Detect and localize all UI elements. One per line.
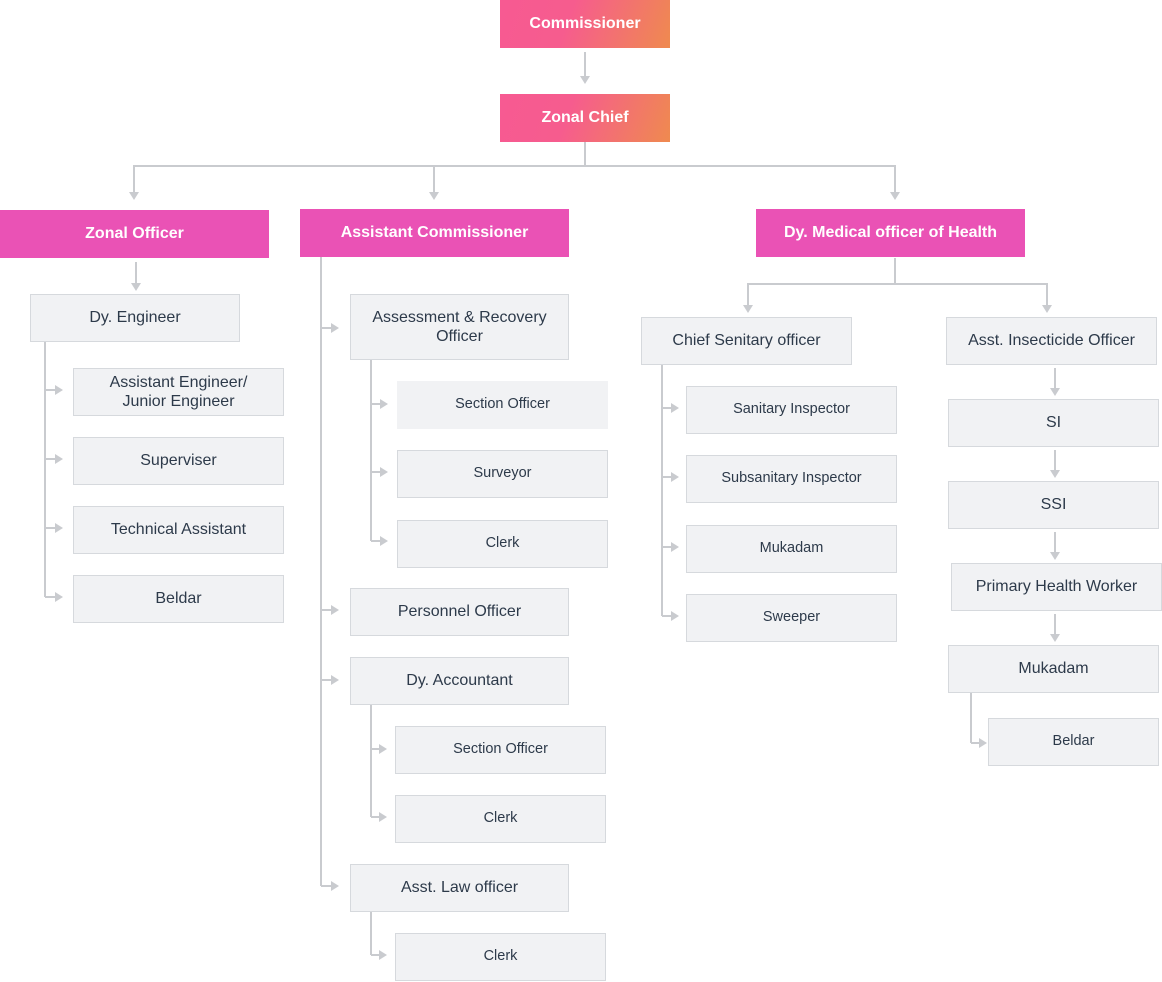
- arrow-head-icon: [1050, 552, 1060, 560]
- arrow-head-icon: [131, 283, 141, 291]
- node-cso: Chief Senitary officer: [641, 317, 852, 365]
- node-personnel: Personnel Officer: [350, 588, 569, 636]
- arrow-head-icon: [671, 542, 679, 552]
- node-superviser: Superviser: [73, 437, 284, 485]
- node-asst-commissioner: Assistant Commissioner: [300, 209, 569, 257]
- node-so1: Section Officer: [397, 381, 608, 429]
- node-ae: Assistant Engineer/ Junior Engineer: [73, 368, 284, 416]
- node-beldar: Beldar: [73, 575, 284, 623]
- arrow-head-icon: [1042, 305, 1052, 313]
- arrow-head-icon: [979, 738, 987, 748]
- arrow-head-icon: [331, 605, 339, 615]
- arrow-head-icon: [1050, 634, 1060, 642]
- org-chart: Commissioner Zonal Chief Zonal Officer Assi…: [0, 0, 1162, 982]
- arrow-head-icon: [379, 812, 387, 822]
- arrow-head-icon: [1050, 388, 1060, 396]
- arrow-head-icon: [743, 305, 753, 313]
- node-dy-acc: Dy. Accountant: [350, 657, 569, 705]
- node-dy-mo: Dy. Medical officer of Health: [756, 209, 1025, 257]
- arrow-head-icon: [890, 192, 900, 200]
- node-si: SI: [948, 399, 1159, 447]
- node-mukadam2: Mukadam: [948, 645, 1159, 693]
- arrow-head-icon: [671, 403, 679, 413]
- arrow-head-icon: [55, 385, 63, 395]
- node-aio: Asst. Insecticide Officer: [946, 317, 1157, 365]
- arrow-head-icon: [55, 523, 63, 533]
- node-dy-engineer: Dy. Engineer: [30, 294, 240, 342]
- node-mukadam1: Mukadam: [686, 525, 897, 573]
- arrow-head-icon: [379, 950, 387, 960]
- arrow-head-icon: [55, 592, 63, 602]
- node-tech: Technical Assistant: [73, 506, 284, 554]
- node-clerk1: Clerk: [397, 520, 608, 568]
- arrow-head-icon: [380, 399, 388, 409]
- node-so2: Section Officer: [395, 726, 606, 774]
- node-clerk2: Clerk: [395, 795, 606, 843]
- node-beldar2: Beldar: [988, 718, 1159, 766]
- arrow-head-icon: [671, 611, 679, 621]
- node-law: Asst. Law officer: [350, 864, 569, 912]
- arrow-head-icon: [331, 323, 339, 333]
- node-arro: Assessment & Recovery Officer: [350, 294, 569, 360]
- arrow-head-icon: [671, 472, 679, 482]
- node-clerk3: Clerk: [395, 933, 606, 981]
- node-zonal-chief: Zonal Chief: [500, 94, 670, 142]
- node-phw: Primary Health Worker: [951, 563, 1162, 611]
- arrow-head-icon: [379, 744, 387, 754]
- arrow-head-icon: [129, 192, 139, 200]
- arrow-head-icon: [331, 881, 339, 891]
- node-surveyor: Surveyor: [397, 450, 608, 498]
- node-zonal-officer: Zonal Officer: [0, 210, 269, 258]
- arrow-head-icon: [380, 467, 388, 477]
- node-ssi: SSI: [948, 481, 1159, 529]
- arrow-head-icon: [429, 192, 439, 200]
- arrow-head-icon: [380, 536, 388, 546]
- node-commissioner: Commissioner: [500, 0, 670, 48]
- node-sanitary: Sanitary Inspector: [686, 386, 897, 434]
- arrow-head-icon: [580, 76, 590, 84]
- node-sweeper: Sweeper: [686, 594, 897, 642]
- arrow-head-icon: [1050, 470, 1060, 478]
- arrow-head-icon: [55, 454, 63, 464]
- arrow-head-icon: [331, 675, 339, 685]
- node-subsan: Subsanitary Inspector: [686, 455, 897, 503]
